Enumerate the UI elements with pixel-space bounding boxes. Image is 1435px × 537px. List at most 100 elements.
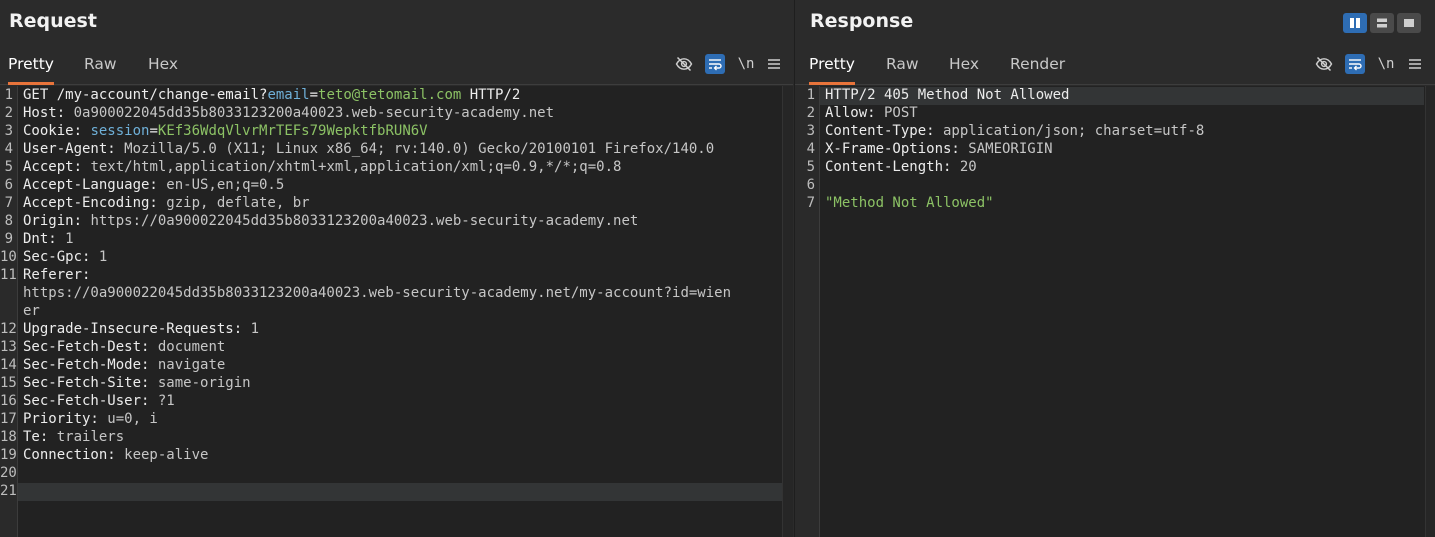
header-line: Accept: text/html,application/xhtml+xml,… xyxy=(23,158,621,176)
header-value: ?1 xyxy=(149,393,175,409)
header-name: Priority: xyxy=(23,411,99,427)
header-name: Sec-Fetch-User: xyxy=(23,393,150,409)
split-horizontal-icon[interactable] xyxy=(1343,13,1367,33)
header-name: Accept-Language: xyxy=(23,177,158,193)
line-number: 5 xyxy=(4,159,13,175)
line-number: 17 xyxy=(0,411,17,427)
wrap-icon[interactable] xyxy=(1345,54,1365,74)
header-line: Origin: https://0a900022045dd35b80331232… xyxy=(23,212,638,230)
header-name: Sec-Fetch-Dest: xyxy=(23,339,150,355)
header-line: Cookie: session=KEf36WdqVlvrMrTEFs79Wepk… xyxy=(23,122,428,140)
header-value: same-origin xyxy=(149,375,251,391)
tab-pretty[interactable]: Pretty xyxy=(8,44,54,85)
tab-render[interactable]: Render xyxy=(1010,44,1065,82)
line-number: 8 xyxy=(4,213,13,229)
request-editor[interactable]: 1 2 3 4 5 6 7 8 9 10 11 12 13 14 15 16 1… xyxy=(0,86,793,537)
header-line: Upgrade-Insecure-Requests: 1 xyxy=(23,320,259,338)
header-name: Sec-Fetch-Mode: xyxy=(23,357,150,373)
header-name: Host: xyxy=(23,105,66,121)
tab-pretty[interactable]: Pretty xyxy=(809,44,855,85)
header-line: Sec-Fetch-Mode: navigate xyxy=(23,356,225,374)
request-pane: Request Pretty Raw Hex \n 1 2 3 4 5 6 7 … xyxy=(0,0,793,537)
header-name: Content-Length: xyxy=(825,159,952,175)
line-number: 2 xyxy=(4,105,13,121)
header-name: Origin: xyxy=(23,213,83,229)
header-line: Accept-Language: en-US,en;q=0.5 xyxy=(23,176,284,194)
request-line: GET /my-account/change-email?email=teto@… xyxy=(23,86,520,104)
response-tabs: Pretty Raw Hex Render \n xyxy=(795,44,1435,85)
response-editor[interactable]: 1 2 3 4 5 6 7 HTTP/2 405 Method Not Allo… xyxy=(795,86,1435,537)
line-number: 20 xyxy=(0,465,17,481)
line-number: 9 xyxy=(4,231,13,247)
header-line-wrapped: https://0a900022045dd35b8033123200a40023… xyxy=(23,284,731,302)
header-line: Accept-Encoding: gzip, deflate, br xyxy=(23,194,310,212)
header-value: 0a900022045dd35b8033123200a40023.web-sec… xyxy=(65,105,555,121)
header-value: navigate xyxy=(149,357,226,373)
header-value: 1 xyxy=(56,231,74,247)
line-number: 1 xyxy=(806,87,815,103)
header-value: 1 xyxy=(242,321,260,337)
header-line: Content-Type: application/json; charset=… xyxy=(825,122,1204,140)
response-scrollbar[interactable] xyxy=(1425,86,1435,537)
header-value: er xyxy=(23,303,40,319)
line-number: 14 xyxy=(0,357,17,373)
request-line-gutter: 1 2 3 4 5 6 7 8 9 10 11 12 13 14 15 16 1… xyxy=(0,86,18,537)
header-name: User-Agent: xyxy=(23,141,116,157)
header-value: text/html,application/xhtml+xml,applicat… xyxy=(82,159,622,175)
line-number: 12 xyxy=(0,321,17,337)
http-method: GET xyxy=(23,87,57,103)
header-value: keep-alive xyxy=(115,447,209,463)
header-line: Sec-Gpc: 1 xyxy=(23,248,107,266)
http-version: HTTP/2 xyxy=(461,87,521,103)
header-value: en-US,en;q=0.5 xyxy=(157,177,285,193)
menu-icon[interactable] xyxy=(764,54,784,74)
split-vertical-icon[interactable] xyxy=(1370,13,1394,33)
request-scrollbar[interactable] xyxy=(782,86,793,537)
line-number: 7 xyxy=(806,195,815,211)
header-value: trailers xyxy=(48,429,125,445)
header-value: Mozilla/5.0 (X11; Linux x86_64; rv:140.0… xyxy=(115,141,715,157)
header-line: Sec-Fetch-Site: same-origin xyxy=(23,374,251,392)
header-value: gzip, deflate, br xyxy=(157,195,310,211)
header-value: u=0, i xyxy=(98,411,158,427)
header-line: User-Agent: Mozilla/5.0 (X11; Linux x86_… xyxy=(23,140,714,158)
response-body-string: "Method Not Allowed" xyxy=(825,195,994,211)
eye-slash-icon[interactable] xyxy=(1314,54,1334,74)
status-text: HTTP/2 405 Method Not Allowed xyxy=(825,87,1070,103)
single-pane-icon[interactable] xyxy=(1397,13,1421,33)
eye-slash-icon[interactable] xyxy=(674,54,694,74)
header-name: Content-Type: xyxy=(825,123,935,139)
line-number: 2 xyxy=(806,105,815,121)
tab-raw[interactable]: Raw xyxy=(886,44,919,82)
header-line: Allow: POST xyxy=(825,104,918,122)
tab-raw[interactable]: Raw xyxy=(84,44,117,82)
header-line: Connection: keep-alive xyxy=(23,446,208,464)
request-tabs: Pretty Raw Hex \n xyxy=(0,44,793,85)
response-title: Response xyxy=(810,10,914,32)
tab-hex[interactable]: Hex xyxy=(949,44,979,82)
header-line: Sec-Fetch-User: ?1 xyxy=(23,392,175,410)
line-number: 10 xyxy=(0,249,17,265)
line-number: 16 xyxy=(0,393,17,409)
cookie-name: session xyxy=(82,123,150,139)
request-title: Request xyxy=(9,10,97,32)
menu-icon[interactable] xyxy=(1405,54,1425,74)
cookie-equals: = xyxy=(149,123,158,139)
header-value: application/json; charset=utf-8 xyxy=(934,123,1205,139)
query-equals: = xyxy=(309,87,319,103)
query-param-value: teto@tetomail.com xyxy=(318,87,462,103)
header-value: POST xyxy=(875,105,918,121)
line-number: 6 xyxy=(4,177,13,193)
line-number: 6 xyxy=(806,177,815,193)
header-line: Sec-Fetch-Dest: document xyxy=(23,338,225,356)
header-name: Sec-Fetch-Site: xyxy=(23,375,150,391)
tab-hex[interactable]: Hex xyxy=(148,44,178,82)
newline-icon[interactable]: \n xyxy=(1376,54,1396,74)
header-value: 1 xyxy=(90,249,108,265)
line-number: 21 xyxy=(0,483,17,499)
header-name: Referer: xyxy=(23,267,91,283)
line-number: 4 xyxy=(806,141,815,157)
header-name: Dnt: xyxy=(23,231,57,247)
newline-icon[interactable]: \n xyxy=(736,54,756,74)
wrap-icon[interactable] xyxy=(705,54,725,74)
